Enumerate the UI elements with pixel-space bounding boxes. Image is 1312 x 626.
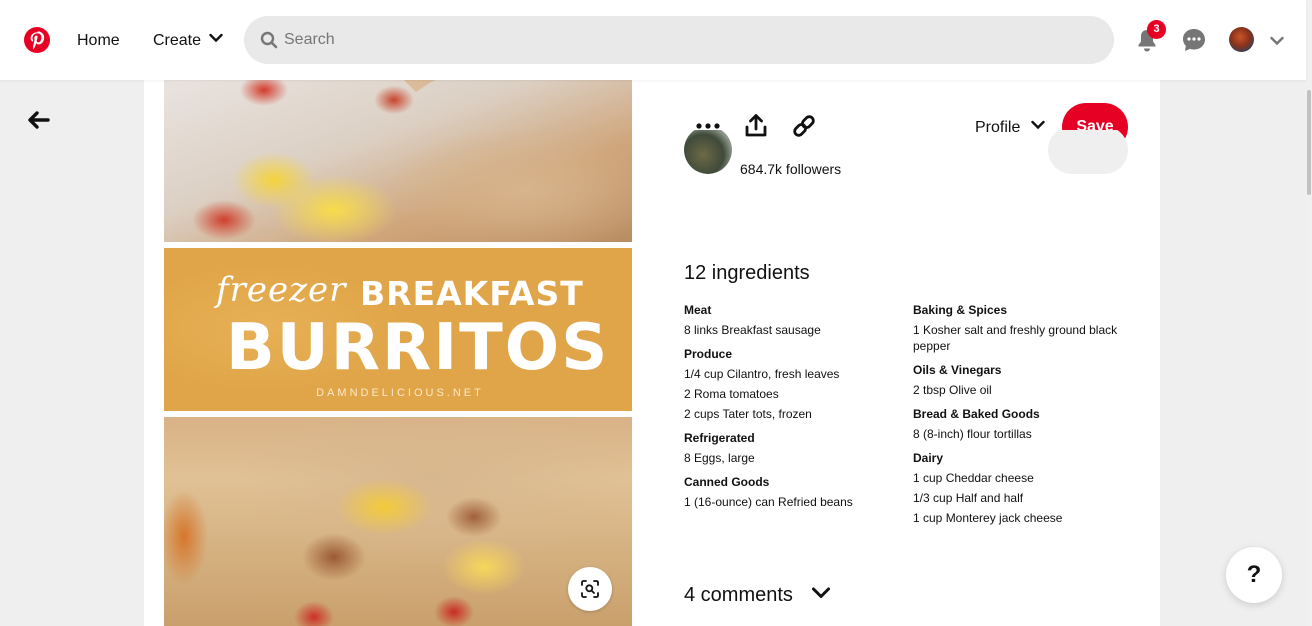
visual-search-icon bbox=[581, 580, 599, 598]
ingredient-category: Refrigerated bbox=[684, 431, 755, 445]
ingredient-category: Meat bbox=[684, 303, 712, 317]
ingredient-item: 2 tbsp Olive oil bbox=[913, 383, 992, 397]
search-input[interactable] bbox=[284, 16, 1084, 64]
ingredient-item: 1 cup Monterey jack cheese bbox=[913, 511, 1063, 525]
visual-search-button[interactable] bbox=[568, 567, 612, 611]
ingredient-item: 1/3 cup Half and half bbox=[913, 491, 1024, 505]
ingredient-item: 1 (16-ounce) can Refried beans bbox=[684, 495, 853, 509]
notification-count-badge: 3 bbox=[1147, 20, 1166, 39]
top-nav-bar: Home Create 3 bbox=[0, 0, 1306, 80]
nav-create-menu[interactable]: Create bbox=[138, 22, 238, 60]
ingredient-item: 1 Kosher salt and freshly ground black p… bbox=[913, 323, 1118, 353]
search-bar[interactable] bbox=[244, 16, 1114, 64]
creator-followers: 684.7k followers bbox=[740, 161, 842, 177]
pinterest-logo-icon[interactable] bbox=[24, 27, 50, 53]
image-title-banner: freezer BREAKFAST BURRITOS DAMNDELICIOUS… bbox=[164, 248, 632, 411]
follow-button[interactable] bbox=[1048, 130, 1128, 174]
help-button[interactable]: ? bbox=[1226, 547, 1282, 603]
account-chevron-down-icon[interactable] bbox=[1270, 33, 1284, 51]
ingredient-category: Bread & Baked Goods bbox=[913, 407, 1040, 421]
messages-icon[interactable] bbox=[1178, 24, 1210, 56]
ingredients-column-right: Baking & Spices 1 Kosher salt and freshl… bbox=[913, 300, 1133, 528]
ingredient-category: Dairy bbox=[913, 451, 944, 465]
ingredient-item: 8 Eggs, large bbox=[684, 451, 755, 465]
ingredient-category: Produce bbox=[684, 347, 733, 361]
burrito-photo-bottom bbox=[164, 417, 632, 626]
ingredients-title: 12 ingredients bbox=[684, 262, 810, 284]
nav-create-label: Create bbox=[153, 32, 202, 49]
ingredient-item: 2 Roma tomatoes bbox=[684, 387, 779, 401]
copy-link-icon[interactable] bbox=[788, 110, 820, 142]
user-avatar[interactable] bbox=[1229, 27, 1254, 52]
ingredients-column-left: Meat 8 links Breakfast sausage Produce 1… bbox=[684, 300, 904, 512]
board-select-dropdown[interactable]: Profile bbox=[975, 117, 1045, 139]
back-arrow-icon[interactable] bbox=[24, 106, 52, 134]
search-icon bbox=[260, 31, 278, 54]
banner-site: DAMNDELICIOUS.NET bbox=[316, 387, 484, 399]
pin-image[interactable]: freezer BREAKFAST BURRITOS DAMNDELICIOUS… bbox=[164, 80, 632, 626]
ingredient-category: Canned Goods bbox=[684, 475, 770, 489]
comments-label: 4 comments bbox=[684, 584, 793, 606]
ingredient-item: 1 cup Cheddar cheese bbox=[913, 471, 1034, 485]
board-select-label: Profile bbox=[975, 119, 1021, 136]
ingredient-category: Oils & Vinegars bbox=[913, 363, 1002, 377]
ingredient-item: 8 links Breakfast sausage bbox=[684, 323, 821, 337]
chevron-down-icon bbox=[811, 581, 831, 607]
chevron-down-icon bbox=[209, 20, 224, 58]
nav-home-link[interactable]: Home bbox=[62, 22, 135, 60]
ingredient-item: 2 cups Tater tots, frozen bbox=[684, 407, 812, 421]
banner-script-word: freezer bbox=[216, 270, 347, 310]
ingredient-category: Baking & Spices bbox=[913, 303, 1008, 317]
page-scrollbar-thumb[interactable] bbox=[1307, 90, 1311, 195]
banner-word-1: BREAKFAST bbox=[360, 274, 584, 313]
chevron-down-icon bbox=[1031, 115, 1045, 137]
share-icon[interactable] bbox=[740, 110, 772, 142]
ingredient-item: 1/4 cup Cilantro, fresh leaves bbox=[684, 367, 840, 381]
banner-word-2: BURRITOS bbox=[226, 311, 610, 385]
ingredient-item: 8 (8-inch) flour tortillas bbox=[913, 427, 1032, 441]
comments-toggle[interactable]: 4 comments bbox=[684, 582, 831, 608]
burrito-photo-top bbox=[164, 80, 632, 242]
